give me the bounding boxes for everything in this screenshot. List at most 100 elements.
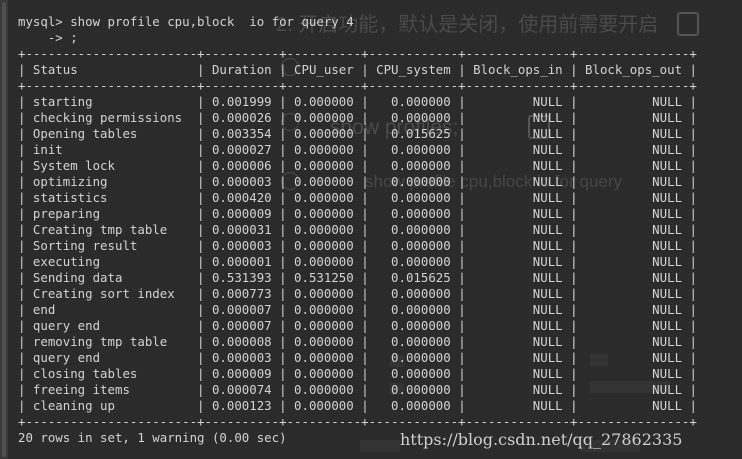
- table-cell: Creating tmp table: [32, 222, 190, 237]
- table-cell: 0.000008: [211, 334, 272, 349]
- table-cell: 0.000009: [211, 206, 272, 221]
- column-header: Duration: [211, 62, 272, 77]
- table-cell: 0.000000: [376, 398, 451, 413]
- table-cell: 0.000001: [211, 254, 272, 269]
- command-prompt-line[interactable]: mysql> show profile cpu,block io for que…: [18, 14, 697, 30]
- column-header: Status: [32, 62, 190, 77]
- table-cell: 0.000000: [376, 174, 451, 189]
- table-cell: NULL: [473, 238, 563, 253]
- table-cell: optimizing: [32, 174, 190, 189]
- table-cell: 0.000000: [294, 222, 354, 237]
- blog-url-watermark: https://blog.csdn.net/qq_27862335: [400, 430, 683, 449]
- table-cell: 0.000000: [294, 350, 354, 365]
- terminal-output[interactable]: mysql> show profile cpu,block io for que…: [18, 14, 697, 446]
- command-continuation-line[interactable]: -> ;: [18, 30, 697, 46]
- table-cell: 0.000000: [376, 366, 451, 381]
- table-cell: 0.000123: [211, 398, 272, 413]
- table-border-top: +-----------------------+----------+----…: [18, 46, 697, 61]
- table-border-middle: +-----------------------+----------+----…: [18, 78, 697, 93]
- column-header: Block_ops_out: [585, 62, 683, 77]
- table-cell: NULL: [585, 398, 683, 413]
- table-cell: removing tmp table: [32, 334, 190, 349]
- table-cell: NULL: [585, 206, 683, 221]
- table-cell: NULL: [585, 334, 683, 349]
- table-row: | freeing items | 0.000074 | 0.000000 | …: [18, 382, 697, 397]
- table-cell: NULL: [585, 382, 683, 397]
- table-cell: NULL: [585, 318, 683, 333]
- table-row: | removing tmp table | 0.000008 | 0.0000…: [18, 334, 697, 349]
- table-cell: NULL: [585, 302, 683, 317]
- table-cell: 0.000003: [211, 174, 272, 189]
- table-cell: NULL: [473, 398, 563, 413]
- table-cell: 0.000000: [294, 254, 354, 269]
- table-row: | closing tables | 0.000009 | 0.000000 |…: [18, 366, 697, 381]
- table-cell: Sending data: [32, 270, 190, 285]
- table-cell: 0.000000: [294, 286, 354, 301]
- table-cell: 0.000006: [211, 158, 272, 173]
- table-cell: preparing: [32, 206, 190, 221]
- table-cell: NULL: [473, 286, 563, 301]
- table-cell: freeing items: [32, 382, 190, 397]
- table-cell: 0.000000: [376, 206, 451, 221]
- table-cell: NULL: [585, 270, 683, 285]
- table-cell: NULL: [473, 270, 563, 285]
- table-cell: NULL: [473, 318, 563, 333]
- table-cell: Sorting result: [32, 238, 190, 253]
- table-cell: 0.000007: [211, 318, 272, 333]
- terminal-window[interactable]: 2. 开启功能，默认是关闭，使用前需要开启 show profiles; sho…: [0, 0, 742, 459]
- table-cell: 0.000000: [294, 398, 354, 413]
- table-cell: System lock: [32, 158, 190, 173]
- table-cell: 0.000420: [211, 190, 272, 205]
- table-cell: NULL: [585, 190, 683, 205]
- table-cell: 0.000031: [211, 222, 272, 237]
- table-cell: 0.000000: [376, 190, 451, 205]
- table-cell: query end: [32, 350, 190, 365]
- table-cell: 0.000000: [294, 302, 354, 317]
- table-cell: end: [32, 302, 190, 317]
- table-cell: NULL: [585, 222, 683, 237]
- table-cell: 0.000000: [376, 222, 451, 237]
- table-cell: 0.000000: [376, 254, 451, 269]
- table-cell: NULL: [473, 190, 563, 205]
- table-cell: 0.000000: [294, 366, 354, 381]
- table-cell: NULL: [473, 126, 563, 141]
- table-cell: 0.000000: [376, 142, 451, 157]
- scrollbar[interactable]: [0, 0, 8, 459]
- table-cell: init: [32, 142, 190, 157]
- column-header: CPU_system: [376, 62, 451, 77]
- table-cell: executing: [32, 254, 190, 269]
- table-row: | Sending data | 0.531393 | 0.531250 | 0…: [18, 270, 697, 285]
- table-cell: NULL: [585, 238, 683, 253]
- table-cell: 0.000000: [294, 318, 354, 333]
- table-cell: NULL: [585, 254, 683, 269]
- scrollbar-thumb[interactable]: [2, 2, 6, 457]
- table-row: | executing | 0.000001 | 0.000000 | 0.00…: [18, 254, 697, 269]
- table-row: | query end | 0.000007 | 0.000000 | 0.00…: [18, 318, 697, 333]
- table-cell: Creating sort index: [32, 286, 190, 301]
- table-cell: NULL: [585, 110, 683, 125]
- table-cell: NULL: [585, 366, 683, 381]
- table-cell: statistics: [32, 190, 190, 205]
- table-cell: 0.000003: [211, 238, 272, 253]
- table-cell: 0.000000: [376, 302, 451, 317]
- table-cell: 0.000000: [294, 110, 354, 125]
- table-row: | Creating sort index | 0.000773 | 0.000…: [18, 286, 697, 301]
- table-cell: 0.003354: [211, 126, 272, 141]
- table-row: | init | 0.000027 | 0.000000 | 0.000000 …: [18, 142, 697, 157]
- table-cell: NULL: [473, 382, 563, 397]
- table-cell: 0.000007: [211, 302, 272, 317]
- table-cell: NULL: [473, 366, 563, 381]
- table-row: | optimizing | 0.000003 | 0.000000 | 0.0…: [18, 174, 697, 189]
- table-cell: 0.000000: [294, 158, 354, 173]
- table-cell: 0.531393: [211, 270, 272, 285]
- table-cell: 0.000027: [211, 142, 272, 157]
- table-row: | System lock | 0.000006 | 0.000000 | 0.…: [18, 158, 697, 173]
- table-cell: 0.015625: [376, 270, 451, 285]
- table-cell: NULL: [473, 110, 563, 125]
- table-cell: 0.000000: [376, 350, 451, 365]
- table-cell: 0.001999: [211, 94, 272, 109]
- table-cell: NULL: [473, 222, 563, 237]
- table-cell: NULL: [473, 334, 563, 349]
- table-cell: NULL: [585, 286, 683, 301]
- table-cell: 0.000000: [376, 382, 451, 397]
